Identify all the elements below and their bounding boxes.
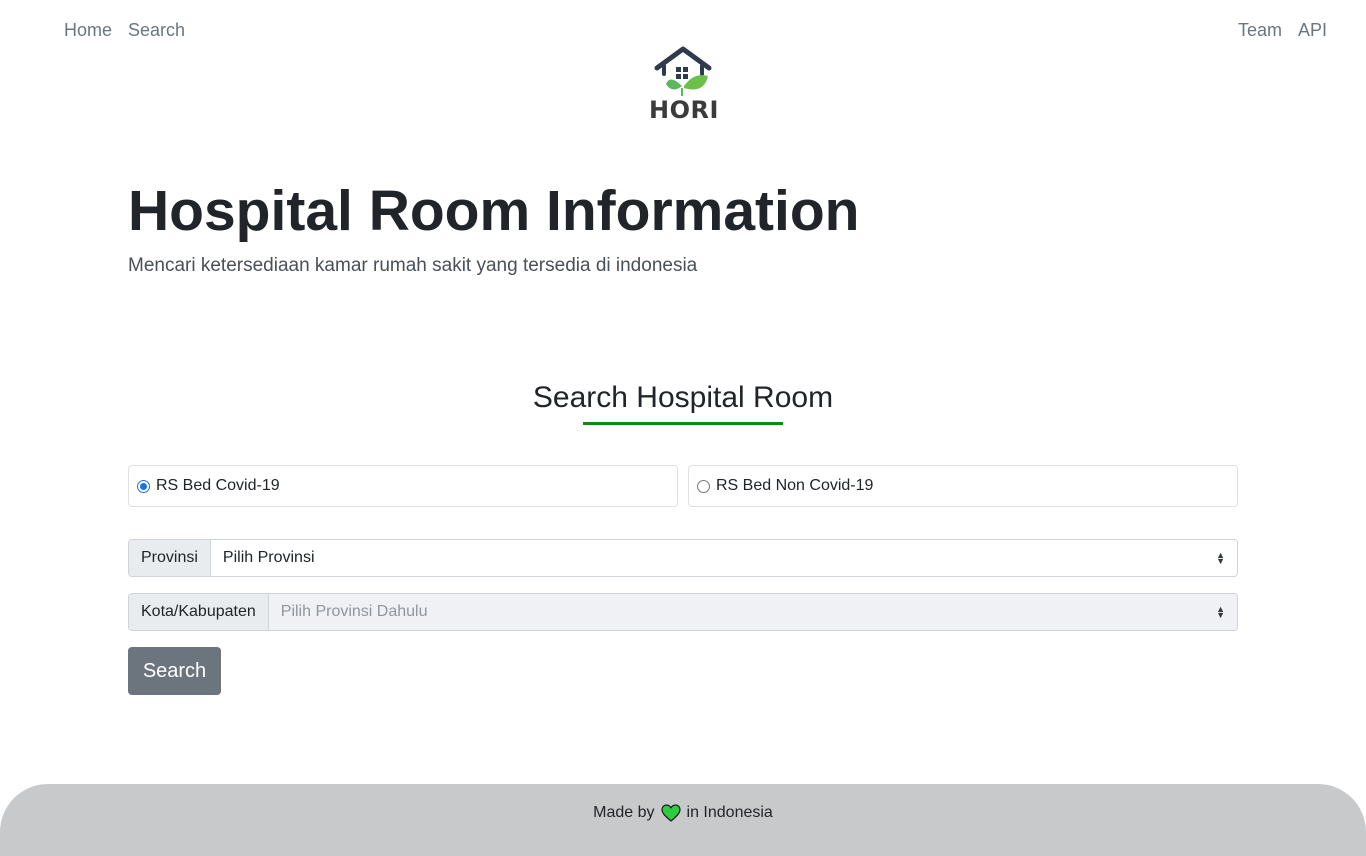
hori-logo[interactable]: HORI <box>648 46 720 126</box>
page-subtitle: Mencari ketersediaan kamar rumah sakit y… <box>128 255 698 276</box>
kota-selected-value: Pilih Provinsi Dahulu <box>280 603 428 620</box>
radio-non-covid-input[interactable] <box>697 479 710 493</box>
kota-input-group: Kota/Kabupaten Pilih Provinsi Dahulu ▲ ▼ <box>128 593 1238 631</box>
radio-covid[interactable]: RS Bed Covid-19 <box>128 465 678 507</box>
provinsi-input-group: Provinsi Pilih Provinsi ▲ ▼ <box>128 539 1238 577</box>
search-section-title: Search Hospital Room <box>532 381 834 414</box>
radio-non-covid[interactable]: RS Bed Non Covid-19 <box>688 465 1238 507</box>
footer-prefix: Made by <box>593 804 655 821</box>
radio-non-covid-label: RS Bed Non Covid-19 <box>716 477 874 494</box>
footer-credit: Made by in Indonesia <box>593 802 773 824</box>
nav-search-link[interactable]: Search <box>128 18 185 42</box>
nav-home-link[interactable]: Home <box>64 18 112 42</box>
provinsi-selected-value: Pilih Provinsi <box>222 549 315 566</box>
provinsi-select[interactable]: Pilih Provinsi ▲ ▼ <box>210 540 1237 576</box>
select-arrows-icon: ▲ ▼ <box>1216 550 1225 566</box>
radio-covid-input[interactable] <box>137 479 150 493</box>
search-button[interactable]: Search <box>128 647 221 695</box>
nav-left: Home Search <box>64 18 185 42</box>
kota-label: Kota/Kabupaten <box>129 594 269 630</box>
nav-team-link[interactable]: Team <box>1238 18 1282 42</box>
footer: Made by in Indonesia <box>0 784 1366 856</box>
radio-covid-label: RS Bed Covid-19 <box>156 477 280 494</box>
house-leaf-icon <box>654 46 712 96</box>
page-title: Hospital Room Information <box>128 179 860 243</box>
provinsi-label: Provinsi <box>129 540 211 576</box>
heart-icon <box>660 804 681 822</box>
kota-select[interactable]: Pilih Provinsi Dahulu ▲ ▼ <box>268 594 1237 630</box>
logo-text: HORI <box>649 96 719 124</box>
nav-right: Team API <box>1238 18 1327 42</box>
section-title-underline <box>583 422 783 425</box>
nav-api-link[interactable]: API <box>1298 18 1327 42</box>
select-arrows-icon: ▲ ▼ <box>1216 604 1225 620</box>
footer-suffix: in Indonesia <box>686 804 773 821</box>
